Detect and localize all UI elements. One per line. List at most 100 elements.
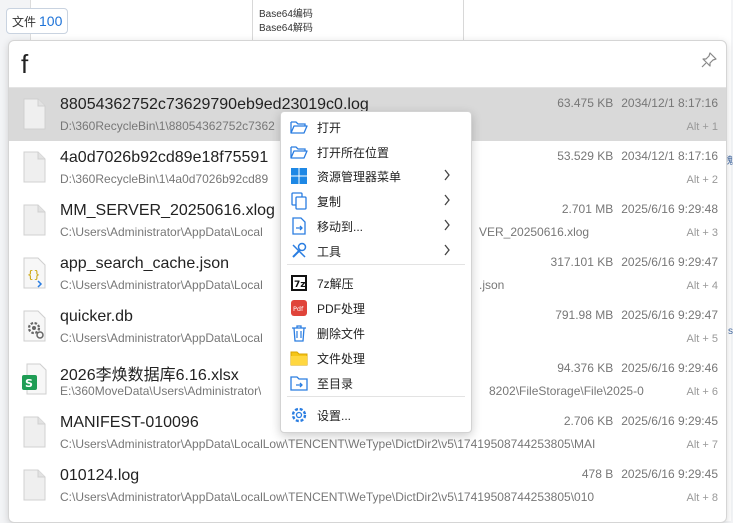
pin-icon[interactable] — [700, 51, 718, 69]
gear-icon — [290, 406, 308, 424]
chevron-right-icon — [444, 219, 450, 231]
context-menu-item-label: 7z解压 — [317, 276, 354, 291]
context-menu-item-label: 工具 — [317, 244, 342, 259]
result-path: C:\Users\Administrator\AppData\LocalLow\… — [60, 437, 596, 451]
move-icon — [290, 217, 308, 235]
result-date: 2034/12/1 8:17:16 — [621, 96, 718, 110]
result-size: 2.701 MB — [561, 202, 614, 216]
result-path-tail: VER_20250616.xlog — [479, 225, 590, 239]
result-name: 2026李焕数据库6.16.xlsx — [60, 367, 239, 384]
result-meta: 2.706 KB 2025/6/16 9:29:45 — [564, 414, 718, 428]
result-date: 2025/6/16 9:29:47 — [621, 255, 718, 269]
context-menu-item-label: 移动到... — [317, 219, 364, 234]
context-menu-item-label: 设置... — [317, 408, 352, 423]
result-path: D:\360RecycleBin\1\88054362752c7362 — [60, 119, 275, 133]
result-path-tail: 8202\FileStorage\File\2025-0 — [489, 384, 644, 398]
search-input[interactable] — [19, 47, 673, 81]
result-row[interactable]: 010124.log C:\Users\Administrator\AppData… — [9, 459, 726, 512]
svg-text:S: S — [25, 377, 33, 390]
menu-separator — [287, 264, 465, 265]
result-name: 4a0d7026b92cd89e18f75591 — [60, 149, 269, 166]
context-menu-item-label: 复制 — [317, 194, 342, 209]
doc-icon — [21, 151, 47, 183]
context-menu-item[interactable]: 工具 — [281, 239, 471, 263]
db-gear-icon — [21, 310, 47, 342]
spreadsheet-icon: S — [21, 363, 47, 395]
context-menu-item[interactable]: 资源管理器菜单 — [281, 164, 471, 188]
folder-open-icon — [290, 118, 308, 136]
result-name: MANIFEST-010096 — [60, 414, 199, 431]
background-menu-cut-item — [253, 0, 463, 8]
svg-text:7z: 7z — [294, 280, 306, 290]
badge-label: 文件 — [12, 14, 37, 29]
doc-icon — [21, 469, 47, 501]
context-menu-item-label: 打开 — [317, 120, 342, 135]
context-menu-item[interactable]: 打开 — [281, 115, 471, 139]
context-menu-item-label: 资源管理器菜单 — [317, 169, 402, 184]
result-path: E:\360MoveData\Users\Administrator\ — [60, 384, 262, 398]
result-meta: 791.98 MB 2025/6/16 9:29:47 — [555, 308, 718, 322]
badge-count: 100 — [39, 13, 63, 29]
context-menu-item[interactable]: 至目录 — [281, 371, 471, 395]
file-count-badge[interactable]: 文件 100 — [6, 8, 69, 34]
doc-icon — [21, 416, 47, 448]
goto-folder-icon — [290, 374, 308, 392]
result-date: 2025/6/16 9:29:48 — [621, 202, 718, 216]
chevron-right-icon — [444, 169, 450, 181]
folder-yellow-icon — [290, 349, 308, 367]
result-path: D:\360RecycleBin\1\4a0d7026b92cd89 — [60, 172, 269, 186]
context-menu-item[interactable]: Pdf PDF处理 — [281, 296, 471, 320]
background-menu-item[interactable]: Base64编码 — [253, 8, 463, 22]
result-hotkey: Alt + 3 — [686, 227, 719, 239]
result-size: 53.529 KB — [557, 149, 614, 163]
result-date: 2025/6/16 9:29:47 — [621, 308, 718, 322]
trash-icon — [290, 324, 308, 342]
result-size: 94.376 KB — [557, 361, 614, 375]
result-date: 2025/6/16 9:29:45 — [621, 414, 718, 428]
copy-icon — [290, 192, 308, 210]
7z-icon: 7z — [290, 274, 308, 292]
context-menu-item-label: 文件处理 — [317, 351, 366, 366]
context-menu-item[interactable]: 删除文件 — [281, 321, 471, 345]
svg-text:{}: {} — [27, 268, 40, 281]
background-menu-item[interactable]: Base64解码 — [253, 22, 463, 36]
result-meta: 94.376 KB 2025/6/16 9:29:46 — [557, 361, 718, 375]
result-name: MM_SERVER_20250616.xlog — [60, 202, 275, 219]
result-meta: 317.101 KB 2025/6/16 9:29:47 — [551, 255, 718, 269]
context-menu-item[interactable]: 移动到... — [281, 214, 471, 238]
context-menu-item[interactable]: 7z 7z解压 — [281, 271, 471, 295]
result-path: C:\Users\Administrator\AppData\Local — [60, 278, 263, 292]
result-hotkey: Alt + 4 — [686, 280, 719, 292]
result-hotkey: Alt + 6 — [686, 386, 719, 398]
result-name: quicker.db — [60, 308, 133, 325]
chevron-right-icon — [444, 244, 450, 256]
context-menu-item-label: PDF处理 — [317, 301, 366, 316]
chevron-right-icon — [444, 194, 450, 206]
context-menu-item[interactable]: 打开所在位置 — [281, 140, 471, 164]
tools-icon — [290, 242, 308, 260]
result-hotkey: Alt + 5 — [686, 333, 719, 345]
context-menu-item[interactable]: 复制 — [281, 189, 471, 213]
result-hotkey: Alt + 7 — [686, 439, 719, 451]
result-size: 478 B — [581, 467, 614, 481]
result-path: C:\Users\Administrator\AppData\Local — [60, 331, 263, 345]
result-path: C:\Users\Administrator\AppData\Local — [60, 225, 263, 239]
result-hotkey: Alt + 2 — [686, 174, 719, 186]
windows-icon — [290, 167, 308, 185]
svg-text:Pdf: Pdf — [293, 305, 304, 313]
json-icon: {} — [21, 257, 47, 289]
result-date: 2025/6/16 9:29:45 — [621, 467, 718, 481]
pdf-icon: Pdf — [290, 299, 308, 317]
menu-separator — [287, 396, 465, 397]
result-date: 2025/6/16 9:29:46 — [621, 361, 718, 375]
folder-location-icon — [290, 143, 308, 161]
search-bar — [9, 41, 726, 88]
doc-icon — [21, 204, 47, 236]
context-menu-item[interactable]: 设置... — [281, 403, 471, 427]
background-right-text: s — [728, 326, 733, 337]
result-name: app_search_cache.json — [60, 255, 230, 272]
result-meta: 63.475 KB 2034/12/1 8:17:16 — [557, 96, 718, 110]
result-meta: 2.701 MB 2025/6/16 9:29:48 — [562, 202, 718, 216]
context-menu-item[interactable]: 文件处理 — [281, 346, 471, 370]
result-hotkey: Alt + 1 — [686, 121, 719, 133]
